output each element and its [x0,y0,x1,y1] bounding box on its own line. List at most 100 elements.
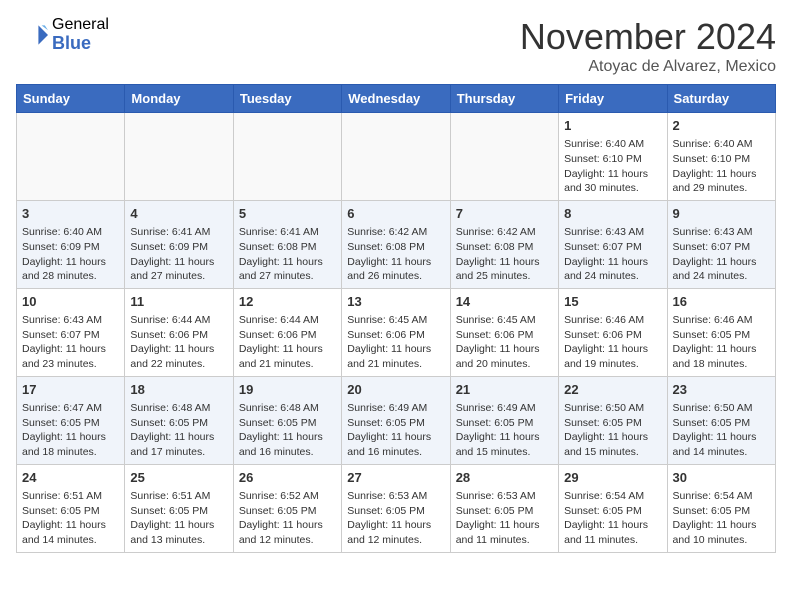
calendar-cell [125,113,233,201]
calendar-week-row: 10 Sunrise: 6:43 AMSunset: 6:07 PMDayligh… [17,288,776,376]
day-number: 4 [130,205,227,223]
day-number: 28 [456,469,553,487]
calendar-cell: 21 Sunrise: 6:49 AMSunset: 6:05 PMDayligh… [450,376,558,464]
day-number: 22 [564,381,661,399]
day-info: Sunrise: 6:45 AMSunset: 6:06 PMDaylight:… [456,313,553,372]
weekday-header: Sunday [17,85,125,113]
day-number: 6 [347,205,444,223]
day-info: Sunrise: 6:40 AMSunset: 6:10 PMDaylight:… [673,137,770,196]
logo-icon [16,19,48,51]
day-info: Sunrise: 6:50 AMSunset: 6:05 PMDaylight:… [564,401,661,460]
calendar-cell: 30Sunrise: 6:54 AMSunset: 6:05 PMDayligh… [667,464,775,552]
calendar-cell: 15 Sunrise: 6:46 AMSunset: 6:06 PMDayligh… [559,288,667,376]
calendar-cell: 3 Sunrise: 6:40 AMSunset: 6:09 PMDaylight… [17,200,125,288]
calendar-cell: 24 Sunrise: 6:51 AMSunset: 6:05 PMDayligh… [17,464,125,552]
weekday-header: Saturday [667,85,775,113]
day-info: Sunrise: 6:48 AMSunset: 6:05 PMDaylight:… [239,401,336,460]
calendar-cell: 12 Sunrise: 6:44 AMSunset: 6:06 PMDayligh… [233,288,341,376]
day-number: 11 [130,293,227,311]
calendar-cell: 1 Sunrise: 6:40 AMSunset: 6:10 PMDaylight… [559,113,667,201]
calendar-cell: 13 Sunrise: 6:45 AMSunset: 6:06 PMDayligh… [342,288,450,376]
month-title: November 2024 [520,16,776,58]
day-number: 21 [456,381,553,399]
day-info: Sunrise: 6:53 AMSunset: 6:05 PMDaylight:… [456,489,553,548]
day-number: 5 [239,205,336,223]
day-number: 18 [130,381,227,399]
day-number: 19 [239,381,336,399]
calendar-cell: 6 Sunrise: 6:42 AMSunset: 6:08 PMDaylight… [342,200,450,288]
calendar-week-row: 24 Sunrise: 6:51 AMSunset: 6:05 PMDayligh… [17,464,776,552]
calendar-cell: 10 Sunrise: 6:43 AMSunset: 6:07 PMDayligh… [17,288,125,376]
calendar-table: SundayMondayTuesdayWednesdayThursdayFrid… [16,84,776,553]
day-info: Sunrise: 6:51 AMSunset: 6:05 PMDaylight:… [22,489,119,548]
calendar-cell: 25 Sunrise: 6:51 AMSunset: 6:05 PMDayligh… [125,464,233,552]
calendar-week-row: 3 Sunrise: 6:40 AMSunset: 6:09 PMDaylight… [17,200,776,288]
calendar-cell: 20 Sunrise: 6:49 AMSunset: 6:05 PMDayligh… [342,376,450,464]
day-number: 12 [239,293,336,311]
day-number: 3 [22,205,119,223]
calendar-cell [17,113,125,201]
day-info: Sunrise: 6:46 AMSunset: 6:06 PMDaylight:… [564,313,661,372]
day-info: Sunrise: 6:48 AMSunset: 6:05 PMDaylight:… [130,401,227,460]
day-number: 1 [564,117,661,135]
day-info: Sunrise: 6:40 AMSunset: 6:09 PMDaylight:… [22,225,119,284]
day-number: 8 [564,205,661,223]
calendar-cell: 7 Sunrise: 6:42 AMSunset: 6:08 PMDaylight… [450,200,558,288]
calendar-header-row: SundayMondayTuesdayWednesdayThursdayFrid… [17,85,776,113]
day-number: 24 [22,469,119,487]
weekday-header: Thursday [450,85,558,113]
calendar-cell: 14 Sunrise: 6:45 AMSunset: 6:06 PMDayligh… [450,288,558,376]
weekday-header: Monday [125,85,233,113]
calendar-cell: 27Sunrise: 6:53 AMSunset: 6:05 PMDayligh… [342,464,450,552]
calendar-cell [342,113,450,201]
calendar-week-row: 1 Sunrise: 6:40 AMSunset: 6:10 PMDaylight… [17,113,776,201]
day-number: 2 [673,117,770,135]
day-number: 23 [673,381,770,399]
day-number: 7 [456,205,553,223]
logo-text: General Blue [52,16,109,53]
day-info: Sunrise: 6:40 AMSunset: 6:10 PMDaylight:… [564,137,661,196]
day-info: Sunrise: 6:44 AMSunset: 6:06 PMDaylight:… [239,313,336,372]
calendar-cell: 4Sunrise: 6:41 AMSunset: 6:09 PMDaylight… [125,200,233,288]
day-number: 15 [564,293,661,311]
day-info: Sunrise: 6:42 AMSunset: 6:08 PMDaylight:… [347,225,444,284]
day-info: Sunrise: 6:43 AMSunset: 6:07 PMDaylight:… [22,313,119,372]
day-number: 9 [673,205,770,223]
calendar-cell: 2 Sunrise: 6:40 AMSunset: 6:10 PMDaylight… [667,113,775,201]
day-number: 20 [347,381,444,399]
day-number: 29 [564,469,661,487]
day-info: Sunrise: 6:50 AMSunset: 6:05 PMDaylight:… [673,401,770,460]
day-info: Sunrise: 6:49 AMSunset: 6:05 PMDaylight:… [347,401,444,460]
day-number: 26 [239,469,336,487]
day-number: 17 [22,381,119,399]
logo-blue: Blue [52,34,109,54]
day-number: 27 [347,469,444,487]
day-number: 14 [456,293,553,311]
calendar-cell: 19 Sunrise: 6:48 AMSunset: 6:05 PMDayligh… [233,376,341,464]
weekday-header: Tuesday [233,85,341,113]
calendar-cell: 28 Sunrise: 6:53 AMSunset: 6:05 PMDayligh… [450,464,558,552]
calendar-cell: 11Sunrise: 6:44 AMSunset: 6:06 PMDayligh… [125,288,233,376]
day-info: Sunrise: 6:54 AMSunset: 6:05 PMDaylight:… [564,489,661,548]
day-info: Sunrise: 6:45 AMSunset: 6:06 PMDaylight:… [347,313,444,372]
day-number: 13 [347,293,444,311]
calendar-week-row: 17Sunrise: 6:47 AMSunset: 6:05 PMDayligh… [17,376,776,464]
calendar-cell: 22 Sunrise: 6:50 AMSunset: 6:05 PMDayligh… [559,376,667,464]
day-info: Sunrise: 6:49 AMSunset: 6:05 PMDaylight:… [456,401,553,460]
weekday-header: Friday [559,85,667,113]
day-info: Sunrise: 6:51 AMSunset: 6:05 PMDaylight:… [130,489,227,548]
calendar-cell [233,113,341,201]
day-number: 10 [22,293,119,311]
calendar-cell: 8Sunrise: 6:43 AMSunset: 6:07 PMDaylight… [559,200,667,288]
location-title: Atoyac de Alvarez, Mexico [520,58,776,76]
logo-general: General [52,16,109,34]
calendar-cell: 17Sunrise: 6:47 AMSunset: 6:05 PMDayligh… [17,376,125,464]
day-number: 16 [673,293,770,311]
page-header: General Blue November 2024 Atoyac de Alv… [16,16,776,76]
calendar-cell: 9Sunrise: 6:43 AMSunset: 6:07 PMDaylight… [667,200,775,288]
day-info: Sunrise: 6:42 AMSunset: 6:08 PMDaylight:… [456,225,553,284]
day-info: Sunrise: 6:52 AMSunset: 6:05 PMDaylight:… [239,489,336,548]
calendar-cell: 18 Sunrise: 6:48 AMSunset: 6:05 PMDayligh… [125,376,233,464]
day-info: Sunrise: 6:46 AMSunset: 6:05 PMDaylight:… [673,313,770,372]
day-number: 25 [130,469,227,487]
